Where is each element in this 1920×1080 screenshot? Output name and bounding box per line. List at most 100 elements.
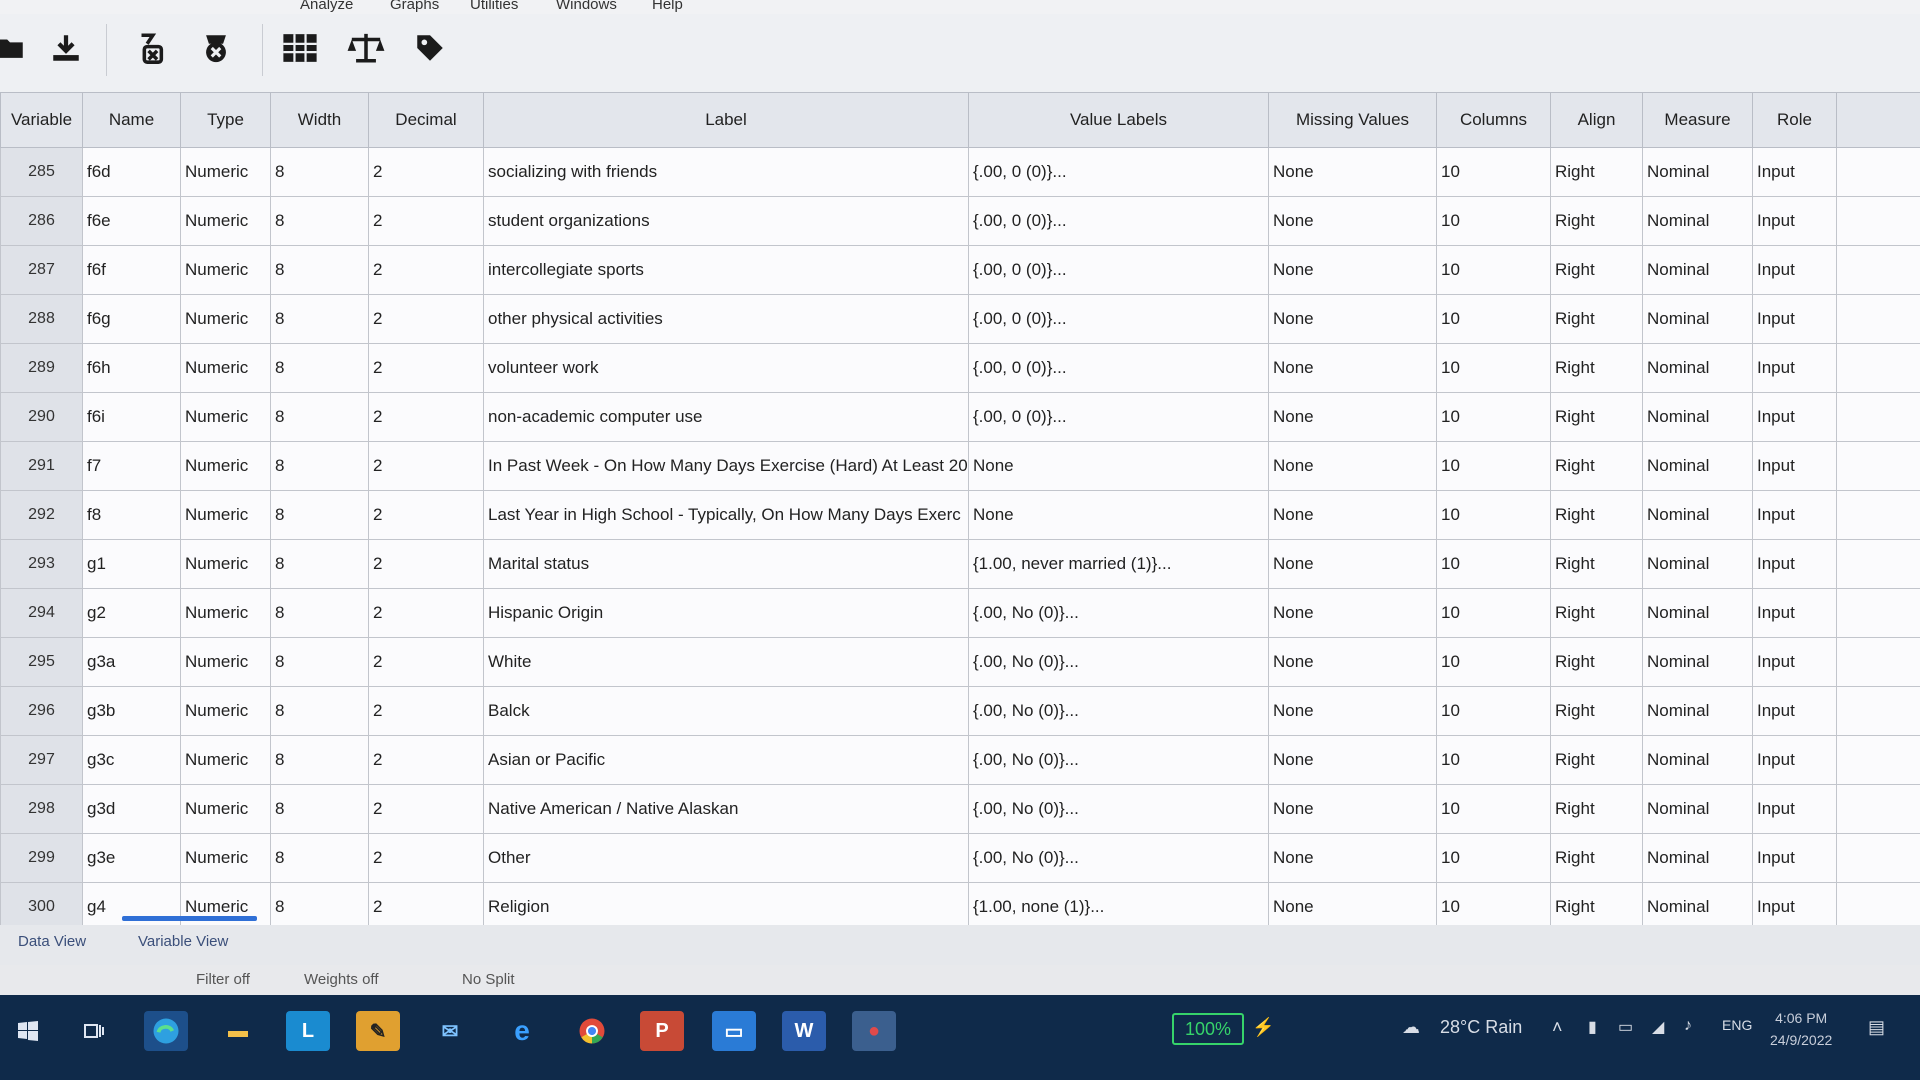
cell-type[interactable]: Numeric <box>180 539 271 589</box>
cell-measure[interactable]: Nominal <box>1642 294 1753 344</box>
cell-type[interactable]: Numeric <box>180 147 271 197</box>
weight-scale-icon[interactable] <box>344 26 388 70</box>
delete-variable-icon[interactable] <box>128 26 172 70</box>
cell-label[interactable]: other physical activities <box>483 294 969 344</box>
lync-app-icon[interactable]: L <box>286 1011 330 1051</box>
table-row[interactable]: 285 f6d Numeric 8 2 socializing with friends{… <box>0 147 1920 197</box>
cell-value-labels[interactable]: {.00, No (0)}... <box>968 686 1269 736</box>
cell-align[interactable]: Right <box>1550 196 1643 246</box>
cell-missing-values[interactable]: None <box>1268 784 1437 834</box>
table-row[interactable]: 299 g3e Numeric 8 2 Other {.00, No (0)}... None… <box>0 833 1920 883</box>
cell-columns[interactable]: 10 <box>1436 490 1551 540</box>
menu-help[interactable]: Help <box>652 0 683 13</box>
cell-decimal[interactable]: 2 <box>368 196 484 246</box>
cell-role[interactable]: Input <box>1752 490 1837 540</box>
cell-width[interactable]: 8 <box>270 539 369 589</box>
table-row[interactable]: 296 g3b Numeric 8 2 Balck {.00, No (0)}... None… <box>0 686 1920 736</box>
cell-measure[interactable]: Nominal <box>1642 833 1753 883</box>
cell-align[interactable]: Right <box>1550 490 1643 540</box>
mail-icon[interactable]: ✉ <box>428 1011 472 1051</box>
cell-label[interactable]: Hispanic Origin <box>483 588 969 638</box>
cell-missing-values[interactable]: None <box>1268 392 1437 442</box>
cell-decimal[interactable]: 2 <box>368 245 484 295</box>
cell-type[interactable]: Numeric <box>180 392 271 442</box>
row-number[interactable]: 286 <box>0 196 83 246</box>
cell-decimal[interactable]: 2 <box>368 686 484 736</box>
cell-role[interactable]: Input <box>1752 294 1837 344</box>
cell-value-labels[interactable]: {.00, 0 (0)}... <box>968 245 1269 295</box>
cell-name[interactable]: g3c <box>82 735 181 785</box>
cell-role[interactable]: Input <box>1752 147 1837 197</box>
edge-browser-icon[interactable] <box>144 1011 188 1051</box>
row-number[interactable]: 294 <box>0 588 83 638</box>
cell-measure[interactable]: Nominal <box>1642 686 1753 736</box>
col-header-width[interactable]: Width <box>270 92 369 148</box>
table-row[interactable]: 291 f7 Numeric 8 2 In Past Week - On How Many… <box>0 441 1920 491</box>
cell-width[interactable]: 8 <box>270 490 369 540</box>
cell-measure[interactable]: Nominal <box>1642 539 1753 589</box>
row-number[interactable]: 298 <box>0 784 83 834</box>
task-view-icon[interactable] <box>72 1011 116 1051</box>
start-icon[interactable] <box>6 1011 50 1051</box>
cell-name[interactable]: g3a <box>82 637 181 687</box>
cell-label[interactable]: student organizations <box>483 196 969 246</box>
cell-measure[interactable]: Nominal <box>1642 196 1753 246</box>
wifi-icon[interactable]: ◢ <box>1652 1017 1664 1037</box>
cell-type[interactable]: Numeric <box>180 245 271 295</box>
cell-label[interactable]: Native American / Native Alaskan <box>483 784 969 834</box>
cell-missing-values[interactable]: None <box>1268 343 1437 393</box>
cell-missing-values[interactable]: None <box>1268 245 1437 295</box>
cell-name[interactable]: f7 <box>82 441 181 491</box>
cell-measure[interactable]: Nominal <box>1642 245 1753 295</box>
cell-type[interactable]: Numeric <box>180 343 271 393</box>
col-header-name[interactable]: Name <box>82 92 181 148</box>
save-icon[interactable] <box>44 26 88 70</box>
cell-width[interactable]: 8 <box>270 784 369 834</box>
cell-align[interactable]: Right <box>1550 833 1643 883</box>
cell-value-labels[interactable]: {.00, No (0)}... <box>968 637 1269 687</box>
cell-columns[interactable]: 10 <box>1436 686 1551 736</box>
cell-measure[interactable]: Nominal <box>1642 588 1753 638</box>
table-row[interactable]: 293 g1 Numeric 8 2 Marital status {1.00, never… <box>0 539 1920 589</box>
cell-columns[interactable]: 10 <box>1436 147 1551 197</box>
col-header-align[interactable]: Align <box>1550 92 1643 148</box>
row-number[interactable]: 293 <box>0 539 83 589</box>
cell-columns[interactable]: 10 <box>1436 441 1551 491</box>
language-indicator[interactable]: ENG <box>1722 1017 1752 1033</box>
cell-type[interactable]: Numeric <box>180 735 271 785</box>
cell-width[interactable]: 8 <box>270 392 369 442</box>
row-number[interactable]: 299 <box>0 833 83 883</box>
clock[interactable]: 4:06 PM 24/9/2022 <box>1770 1007 1832 1051</box>
cell-name[interactable]: g2 <box>82 588 181 638</box>
table-row[interactable]: 287 f6f Numeric 8 2 intercollegiate sports {.0… <box>0 245 1920 295</box>
menu-graphs[interactable]: Graphs <box>390 0 439 13</box>
video-app-icon[interactable]: ▭ <box>712 1011 756 1051</box>
cell-type[interactable]: Numeric <box>180 294 271 344</box>
tab-data-view[interactable]: Data View <box>18 933 86 950</box>
tab-variable-view[interactable]: Variable View <box>138 933 228 950</box>
cell-width[interactable]: 8 <box>270 245 369 295</box>
table-row[interactable]: 298 g3d Numeric 8 2 Native American / Native … <box>0 784 1920 834</box>
cell-name[interactable]: g1 <box>82 539 181 589</box>
cell-type[interactable]: Numeric <box>180 588 271 638</box>
cell-name[interactable]: f6e <box>82 196 181 246</box>
cell-label[interactable]: Balck <box>483 686 969 736</box>
cell-decimal[interactable]: 2 <box>368 294 484 344</box>
cell-width[interactable]: 8 <box>270 147 369 197</box>
cell-align[interactable]: Right <box>1550 245 1643 295</box>
cell-missing-values[interactable]: None <box>1268 441 1437 491</box>
row-number[interactable]: 290 <box>0 392 83 442</box>
cell-role[interactable]: Input <box>1752 833 1837 883</box>
cell-label[interactable]: socializing with friends <box>483 147 969 197</box>
row-number[interactable]: 292 <box>0 490 83 540</box>
cell-align[interactable]: Right <box>1550 147 1643 197</box>
cell-value-labels[interactable]: {1.00, never married (1)}... <box>968 539 1269 589</box>
cell-align[interactable]: Right <box>1550 735 1643 785</box>
cell-name[interactable]: f6g <box>82 294 181 344</box>
cell-role[interactable]: Input <box>1752 686 1837 736</box>
row-number[interactable]: 285 <box>0 147 83 197</box>
cell-width[interactable]: 8 <box>270 686 369 736</box>
cell-columns[interactable]: 10 <box>1436 245 1551 295</box>
cell-label[interactable]: Asian or Pacific <box>483 735 969 785</box>
cell-type[interactable]: Numeric <box>180 441 271 491</box>
